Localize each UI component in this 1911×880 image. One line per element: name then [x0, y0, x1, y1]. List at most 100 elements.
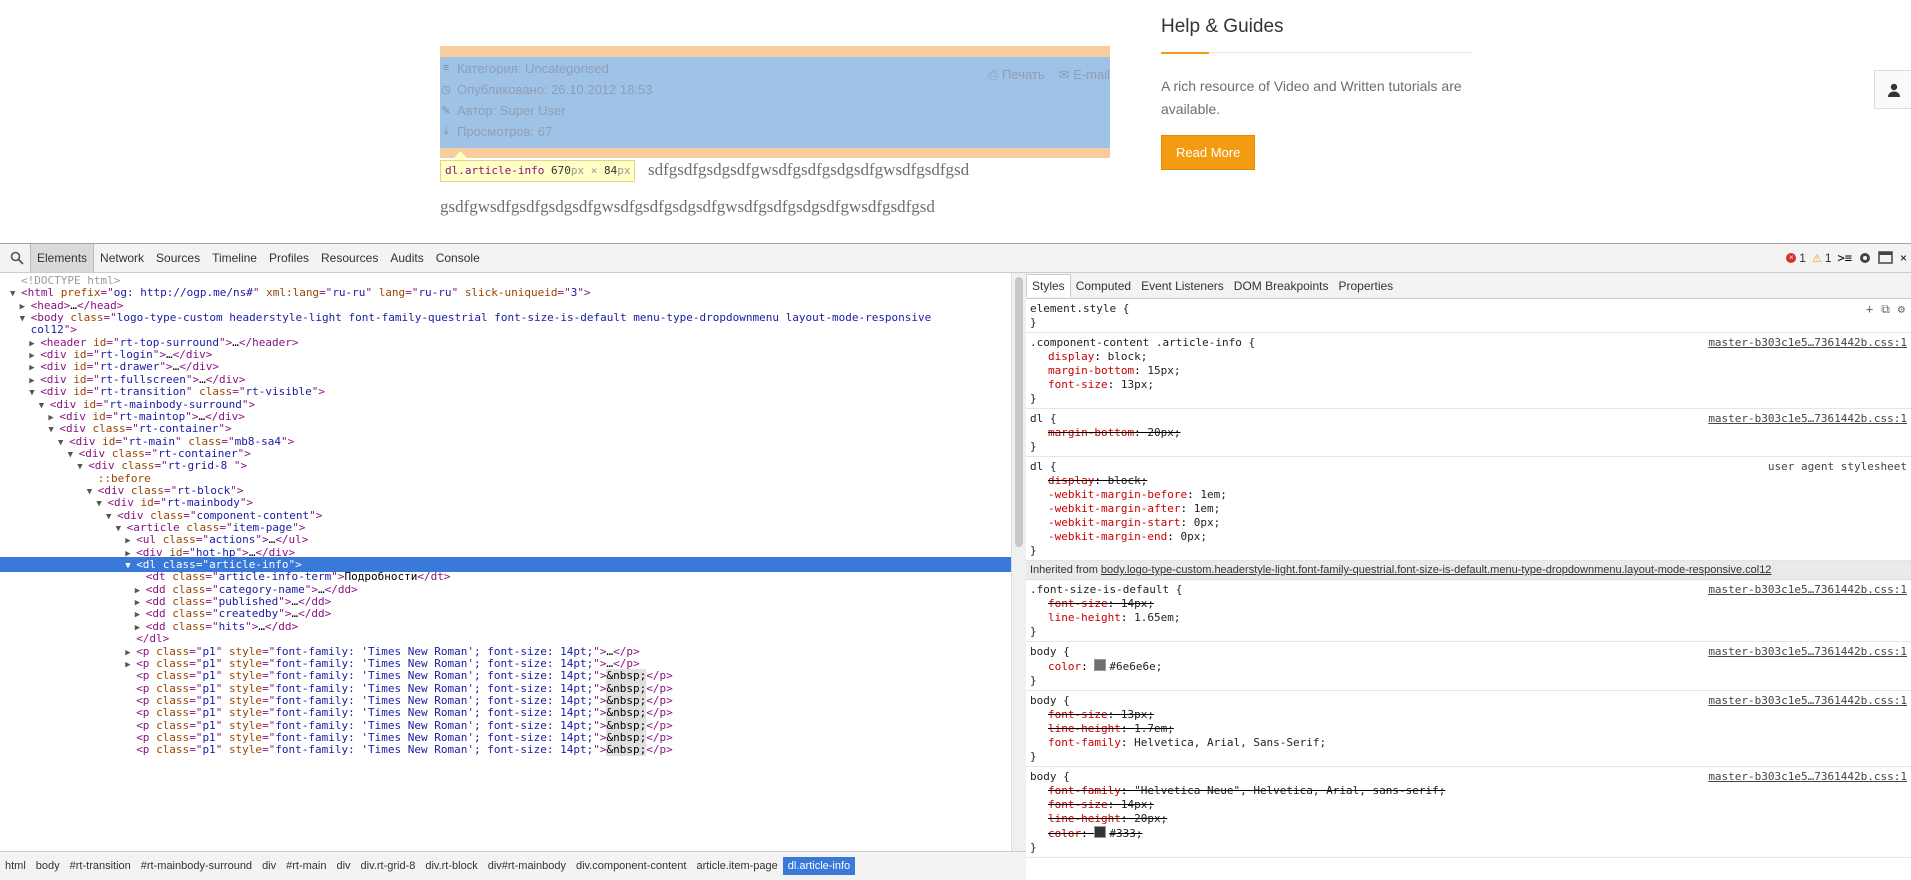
- css-declaration[interactable]: line-height: 20px;: [1030, 812, 1907, 826]
- css-property-value[interactable]: 1em;: [1194, 502, 1221, 515]
- css-declaration[interactable]: display: block;: [1030, 350, 1907, 364]
- breadcrumb-item[interactable]: div.component-content: [571, 857, 691, 875]
- css-property-name[interactable]: font-size: [1048, 378, 1108, 391]
- tab-timeline[interactable]: Timeline: [206, 244, 263, 272]
- breadcrumb-item[interactable]: div.rt-block: [420, 857, 482, 875]
- css-property-value[interactable]: #333;: [1109, 827, 1142, 840]
- scrollbar-thumb[interactable]: [1015, 277, 1023, 547]
- css-property-name[interactable]: margin-bottom: [1048, 426, 1134, 439]
- tab-profiles[interactable]: Profiles: [263, 244, 315, 272]
- tab-resources[interactable]: Resources: [315, 244, 384, 272]
- login-panel-toggle[interactable]: [1874, 70, 1911, 109]
- rule-source-link[interactable]: master-b303c1e5…7361442b.css:1: [1708, 412, 1907, 426]
- breadcrumb-item[interactable]: div: [257, 857, 281, 875]
- tab-console[interactable]: Console: [430, 244, 486, 272]
- css-property-name[interactable]: font-size: [1048, 708, 1108, 721]
- css-property-name[interactable]: display: [1048, 474, 1094, 487]
- css-property-value[interactable]: 14px;: [1121, 597, 1154, 610]
- sidebar-tab-properties[interactable]: Properties: [1333, 275, 1398, 297]
- toggle-state-icon[interactable]: ⧉: [1881, 302, 1890, 316]
- breadcrumb-item[interactable]: div: [331, 857, 355, 875]
- breadcrumb-item[interactable]: #rt-main: [281, 857, 331, 875]
- css-property-value[interactable]: 1.65em;: [1134, 611, 1180, 624]
- css-property-name[interactable]: color: [1048, 660, 1081, 673]
- css-property-name[interactable]: line-height: [1048, 722, 1121, 735]
- css-declaration[interactable]: line-height: 1.65em;: [1030, 611, 1907, 625]
- dock-icon[interactable]: [1878, 251, 1894, 265]
- css-property-name[interactable]: -webkit-margin-after: [1048, 502, 1180, 515]
- css-property-value[interactable]: block;: [1108, 350, 1148, 363]
- close-icon[interactable]: ×: [1900, 251, 1907, 265]
- settings-icon[interactable]: ⚙: [1898, 302, 1905, 316]
- breadcrumb-item[interactable]: dl.article-info: [782, 857, 856, 875]
- add-rule-icon[interactable]: +: [1866, 302, 1873, 316]
- css-property-value[interactable]: 1.7em;: [1134, 722, 1174, 735]
- css-property-name[interactable]: -webkit-margin-end: [1048, 530, 1167, 543]
- css-declaration[interactable]: font-size: 13px;: [1030, 708, 1907, 722]
- css-property-value[interactable]: 13px;: [1121, 708, 1154, 721]
- rule-source-link[interactable]: master-b303c1e5…7361442b.css:1: [1708, 583, 1907, 597]
- css-declaration[interactable]: -webkit-margin-start: 0px;: [1030, 516, 1907, 530]
- css-property-name[interactable]: font-size: [1048, 798, 1108, 811]
- tab-network[interactable]: Network: [94, 244, 150, 272]
- css-declaration[interactable]: color: #6e6e6e;: [1030, 659, 1907, 674]
- css-property-value[interactable]: #6e6e6e;: [1109, 660, 1162, 673]
- css-property-value[interactable]: 20px;: [1134, 812, 1167, 825]
- rule-selector[interactable]: element.style {: [1030, 302, 1907, 316]
- sidebar-tab-event-listeners[interactable]: Event Listeners: [1136, 275, 1229, 297]
- tab-elements[interactable]: Elements: [30, 244, 95, 272]
- breadcrumb-item[interactable]: #rt-transition: [65, 857, 136, 875]
- css-property-name[interactable]: font-family: [1048, 736, 1121, 749]
- css-property-value[interactable]: 0px;: [1180, 530, 1207, 543]
- css-property-name[interactable]: line-height: [1048, 611, 1121, 624]
- css-property-name[interactable]: -webkit-margin-start: [1048, 516, 1180, 529]
- rule-source-link[interactable]: master-b303c1e5…7361442b.css:1: [1708, 645, 1907, 659]
- css-property-value[interactable]: 1em;: [1200, 488, 1227, 501]
- breadcrumb-item[interactable]: div#rt-mainbody: [483, 857, 571, 875]
- sidebar-tab-dom-breakpoints[interactable]: DOM Breakpoints: [1229, 275, 1334, 297]
- breadcrumb-item[interactable]: article.item-page: [691, 857, 782, 875]
- css-property-name[interactable]: margin-bottom: [1048, 364, 1134, 377]
- print-link[interactable]: ⎙ Печать: [988, 67, 1045, 83]
- css-declaration[interactable]: margin-bottom: 20px;: [1030, 426, 1907, 440]
- rule-source-link[interactable]: master-b303c1e5…7361442b.css:1: [1708, 770, 1907, 784]
- breadcrumb-item[interactable]: body: [31, 857, 65, 875]
- magnifier-icon[interactable]: [10, 251, 24, 265]
- css-property-name[interactable]: font-family: [1048, 784, 1121, 797]
- error-counter[interactable]: × 1: [1786, 251, 1806, 265]
- gear-icon[interactable]: [1858, 251, 1872, 265]
- css-declaration[interactable]: -webkit-margin-before: 1em;: [1030, 488, 1907, 502]
- sidebar-tab-styles[interactable]: Styles: [1026, 274, 1071, 297]
- breadcrumb-item[interactable]: html: [0, 857, 31, 875]
- css-property-name[interactable]: display: [1048, 350, 1094, 363]
- rule-source-link[interactable]: master-b303c1e5…7361442b.css:1: [1708, 694, 1907, 708]
- css-declaration[interactable]: color: #333;: [1030, 826, 1907, 841]
- color-swatch[interactable]: [1094, 826, 1107, 838]
- color-swatch[interactable]: [1094, 659, 1107, 671]
- css-property-value[interactable]: 13px;: [1121, 378, 1154, 391]
- css-property-value[interactable]: 0px;: [1194, 516, 1221, 529]
- css-declaration[interactable]: margin-bottom: 15px;: [1030, 364, 1907, 378]
- dom-node[interactable]: <p class="p1" style="font-family: 'Times…: [0, 742, 1011, 757]
- css-declaration[interactable]: -webkit-margin-end: 0px;: [1030, 530, 1907, 544]
- css-property-name[interactable]: -webkit-margin-before: [1048, 488, 1187, 501]
- css-property-value[interactable]: 15px;: [1147, 364, 1180, 377]
- css-property-value[interactable]: 14px;: [1121, 798, 1154, 811]
- email-link[interactable]: ✉ E-mail: [1059, 67, 1110, 83]
- css-declaration[interactable]: font-family: Helvetica, Arial, Sans-Seri…: [1030, 736, 1907, 750]
- css-declaration[interactable]: font-size: 14px;: [1030, 597, 1907, 611]
- sidebar-tab-computed[interactable]: Computed: [1071, 275, 1136, 297]
- drawer-icon[interactable]: >≡: [1838, 251, 1852, 265]
- css-property-name[interactable]: color: [1048, 827, 1081, 840]
- css-declaration[interactable]: font-size: 14px;: [1030, 798, 1907, 812]
- read-more-button[interactable]: Read More: [1161, 135, 1256, 170]
- warning-counter[interactable]: ⚠ 1: [1812, 251, 1832, 265]
- css-declaration[interactable]: line-height: 1.7em;: [1030, 722, 1907, 736]
- inherited-selector-link[interactable]: body.logo-type-custom.headerstyle-light.…: [1101, 564, 1772, 576]
- css-declaration[interactable]: -webkit-margin-after: 1em;: [1030, 502, 1907, 516]
- css-property-value[interactable]: Helvetica, Arial, Sans-Serif;: [1134, 736, 1326, 749]
- css-property-value[interactable]: block;: [1108, 474, 1148, 487]
- breadcrumb-item[interactable]: div.rt-grid-8: [356, 857, 421, 875]
- tab-sources[interactable]: Sources: [150, 244, 206, 272]
- rule-source-link[interactable]: master-b303c1e5…7361442b.css:1: [1708, 336, 1907, 350]
